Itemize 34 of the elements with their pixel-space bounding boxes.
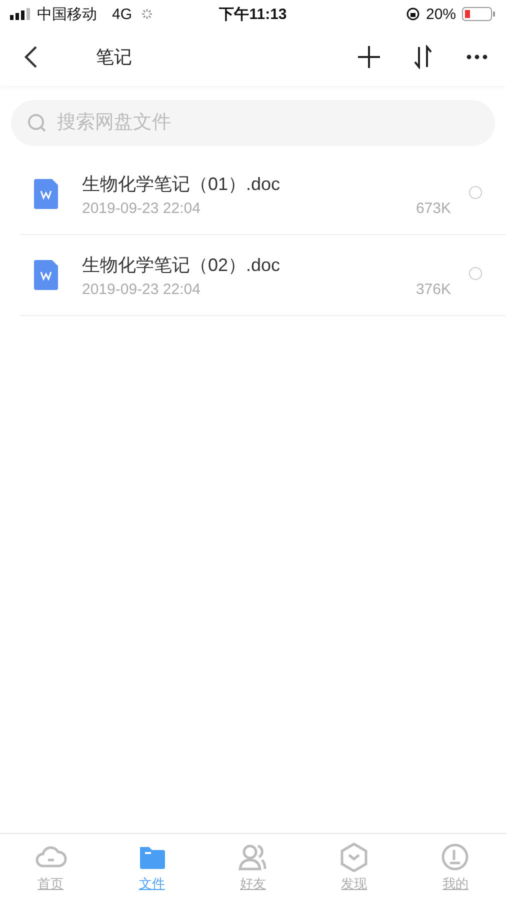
file-size: 376K <box>416 280 451 298</box>
file-row[interactable]: 生物化学笔记（02）.doc 2019-09-23 22:04 376K <box>20 235 506 316</box>
tab-item[interactable]: 发现 <box>304 834 405 900</box>
file-row[interactable]: 生物化学笔记（01）.doc 2019-09-23 22:04 673K <box>20 154 506 235</box>
select-radio[interactable] <box>469 266 482 280</box>
loading-icon <box>141 8 154 20</box>
sort-icon <box>412 45 434 69</box>
rotation-lock-icon <box>406 7 420 21</box>
page-title: 笔记 <box>96 46 133 69</box>
tab-item[interactable]: 好友 <box>202 834 304 900</box>
search-field[interactable]: 搜索网盘文件 <box>11 100 495 146</box>
file-name: 生物化学笔记（01）.doc <box>82 172 282 196</box>
tab-item[interactable]: 首页 <box>0 834 102 900</box>
document-icon <box>34 260 60 290</box>
more-icon <box>466 54 488 60</box>
battery-icon <box>462 7 496 21</box>
carrier-name: 中国移动 <box>37 4 97 24</box>
network-type: 4G <box>112 6 132 22</box>
people-icon <box>237 842 269 872</box>
back-icon <box>24 45 38 69</box>
file-date: 2019-09-23 22:04 <box>82 200 200 216</box>
hexagon-icon <box>338 842 370 872</box>
select-radio[interactable] <box>469 186 482 198</box>
file-name: 生物化学笔记（02）.doc <box>82 254 282 276</box>
search-icon <box>27 113 47 133</box>
file-date: 2019-09-23 22:04 <box>82 280 200 298</box>
file-size: 673K <box>416 200 451 216</box>
document-icon <box>34 179 60 209</box>
clock-time: 下午11:13 <box>219 4 287 24</box>
plus-icon <box>357 45 381 69</box>
tab-item[interactable]: 我的 <box>404 834 506 900</box>
tab-item[interactable]: 文件 <box>101 834 202 900</box>
signal-icon <box>10 8 32 20</box>
battery-percent: 20% <box>426 6 456 22</box>
